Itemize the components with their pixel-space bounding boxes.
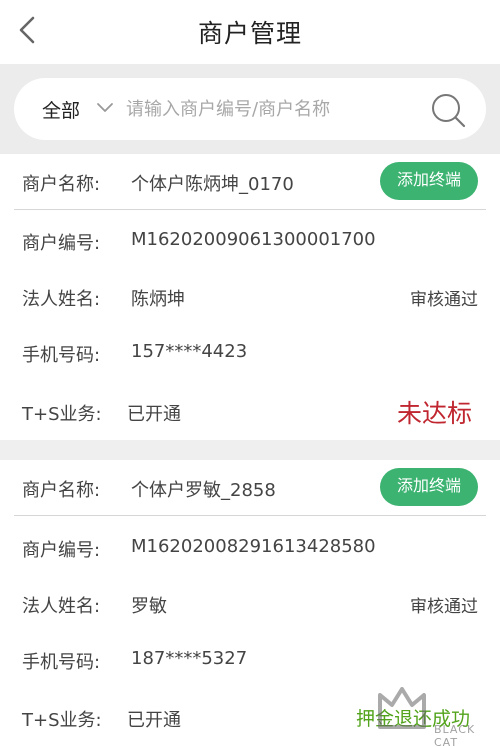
merchant-id-value: M16202008291613428580	[131, 536, 376, 557]
page-title: 商户管理	[197, 19, 302, 48]
merchant-id-label: 商户编号:	[22, 233, 101, 254]
merchant-card: 商户名称: 个体户陈炳坤_0170 添加终端 商户编号: M1620200906…	[0, 154, 500, 440]
phone-label: 手机号码:	[22, 652, 101, 673]
merchant-name-label: 商户名称:	[22, 480, 101, 501]
search-input[interactable]	[126, 94, 416, 124]
chevron-down-icon[interactable]	[96, 102, 114, 114]
ts-business-label: T+S业务:	[22, 710, 102, 731]
legal-person-row: 法人姓名: 陈炳坤 审核通过	[0, 269, 500, 325]
ts-business-value: 已开通	[127, 710, 181, 731]
phone-label: 手机号码:	[22, 345, 101, 366]
watermark-text: BLACK CAT	[434, 723, 476, 747]
merchant-name-value: 个体户陈炳坤_0170	[131, 174, 294, 195]
black-cat-watermark: BLACK CAT	[370, 679, 500, 747]
merchant-name-label: 商户名称:	[22, 174, 101, 195]
audit-status: 审核通过	[410, 597, 478, 617]
ts-business-row: T+S业务: 已开通 未达标	[0, 384, 500, 440]
add-terminal-button[interactable]: 添加终端	[380, 468, 478, 506]
target-status-flag: 未达标	[396, 399, 472, 428]
search-bar: 全部	[14, 78, 486, 140]
ts-business-value: 已开通	[127, 404, 181, 425]
phone-value: 157****4423	[131, 341, 248, 362]
audit-status: 审核通过	[410, 290, 478, 310]
search-area: 全部	[0, 64, 500, 154]
phone-value: 187****5327	[131, 648, 248, 669]
legal-person-value: 罗敏	[131, 596, 167, 617]
merchant-id-label: 商户编号:	[22, 540, 101, 561]
merchant-id-row: 商户编号: M16202009061300001700	[0, 213, 500, 269]
phone-row: 手机号码: 157****4423	[0, 325, 500, 381]
header: 商户管理	[0, 0, 500, 64]
add-terminal-button[interactable]: 添加终端	[380, 162, 478, 200]
legal-person-label: 法人姓名:	[22, 289, 101, 310]
legal-person-value: 陈炳坤	[131, 289, 185, 310]
merchant-name-row: 商户名称: 个体户陈炳坤_0170 添加终端	[14, 154, 486, 210]
merchant-id-row: 商户编号: M16202008291613428580	[0, 520, 500, 576]
search-icon[interactable]	[428, 90, 468, 130]
merchant-name-row: 商户名称: 个体户罗敏_2858 添加终端	[14, 460, 486, 516]
merchant-name-value: 个体户罗敏_2858	[131, 480, 276, 501]
merchant-id-value: M16202009061300001700	[131, 229, 376, 250]
cat-logo-icon	[378, 687, 426, 729]
legal-person-row: 法人姓名: 罗敏 审核通过	[0, 576, 500, 632]
legal-person-label: 法人姓名:	[22, 596, 101, 617]
ts-business-label: T+S业务:	[22, 404, 102, 425]
filter-dropdown[interactable]: 全部	[42, 96, 80, 123]
